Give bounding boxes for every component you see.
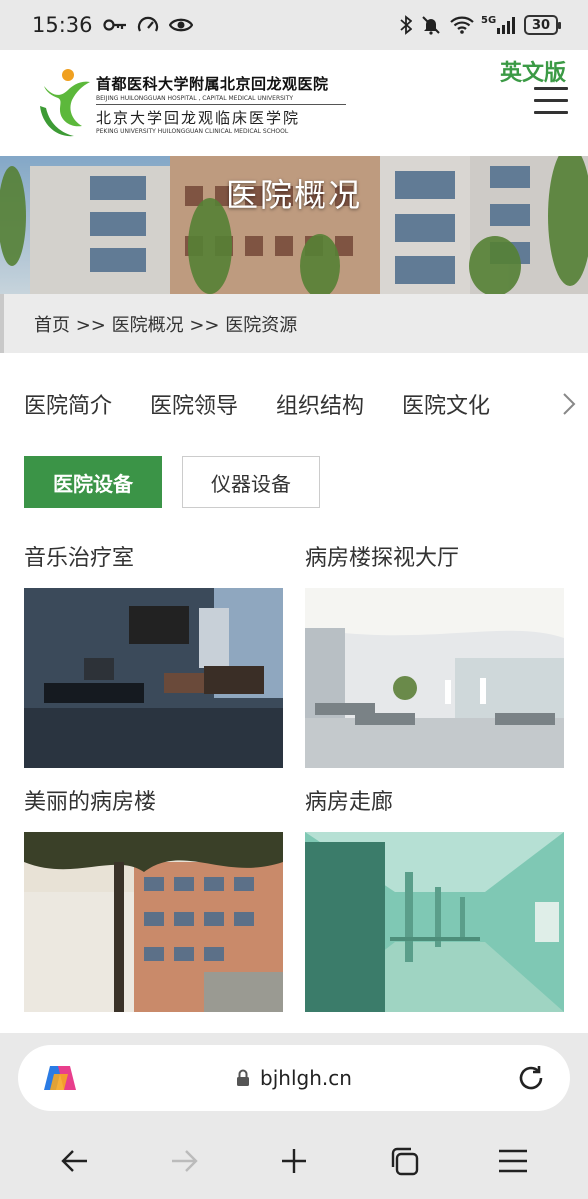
item-photo[interactable]: [305, 832, 564, 1012]
status-bar: 15:36 5G 30: [0, 0, 588, 50]
tabs-button[interactable]: [379, 1136, 429, 1186]
network-label: 5G: [481, 14, 497, 26]
logo-divider: [96, 104, 346, 105]
lock-icon: [237, 1069, 250, 1086]
menu-icon-bar: [534, 99, 568, 102]
logo-en-title: BEIJING HUILONGGUAN HOSPITAL , CAPITAL M…: [96, 95, 294, 102]
back-button[interactable]: [50, 1136, 100, 1186]
chevron-right-icon[interactable]: [562, 392, 576, 416]
sub-tabs: 医院设备 仪器设备: [24, 456, 320, 508]
list-item[interactable]: 美丽的病房楼: [24, 784, 283, 1012]
site-header: 首都医科大学附属北京回龙观医院 BEIJING HUILONGGUAN HOSP…: [0, 50, 588, 156]
arrow-right-icon: [172, 1150, 199, 1172]
english-version-link[interactable]: 英文版: [500, 55, 566, 87]
tab-hospital-intro[interactable]: 医院简介: [24, 388, 112, 420]
logo-cn-title: 首都医科大学附属北京回龙观医院: [96, 75, 329, 93]
item-title[interactable]: 音乐治疗室: [24, 540, 283, 588]
banner-title: 医院概况: [225, 176, 362, 214]
logo-en-subtitle: PEKING UNIVERSITY HUILONGGUAN CLINICAL M…: [96, 128, 289, 135]
key-icon: [102, 19, 126, 31]
item-title[interactable]: 病房楼探视大厅: [305, 540, 564, 588]
new-tab-button[interactable]: [269, 1136, 319, 1186]
logo-text: 首都医科大学附属北京回龙观医院 BEIJING HUILONGGUAN HOSP…: [96, 73, 346, 135]
eye-icon: [168, 18, 193, 32]
forward-button[interactable]: [159, 1136, 209, 1186]
item-title[interactable]: 病房走廊: [305, 784, 564, 832]
status-time: 15:36: [32, 13, 93, 37]
item-photo[interactable]: [24, 588, 283, 768]
breadcrumb-text[interactable]: 首页 >> 医院概况 >> 医院资源: [34, 311, 297, 337]
visiting-hall-image: [305, 588, 564, 768]
hamburger-icon: [499, 1149, 528, 1173]
bluetooth-icon: [400, 15, 412, 35]
ward-building-image: [24, 832, 283, 1012]
browser-address-area: bjhlgh.cn: [0, 1033, 588, 1123]
subtab-instruments[interactable]: 仪器设备: [182, 456, 320, 508]
browser-navbar: [0, 1123, 588, 1199]
address-bar[interactable]: bjhlgh.cn: [18, 1045, 570, 1111]
ward-corridor-image: [305, 832, 564, 1012]
battery-level: 30: [531, 17, 551, 33]
browser-menu-button[interactable]: [488, 1136, 538, 1186]
tab-hospital-leaders[interactable]: 医院领导: [150, 388, 238, 420]
hospital-logo-icon[interactable]: [38, 66, 94, 140]
menu-icon-bar: [534, 111, 568, 114]
battery-icon: 30: [524, 15, 561, 35]
speedometer-icon: [137, 16, 158, 32]
list-item[interactable]: 病房走廊: [305, 784, 564, 1012]
item-photo[interactable]: [305, 588, 564, 768]
list-item[interactable]: 音乐治疗室: [24, 540, 283, 768]
tab-organization[interactable]: 组织结构: [276, 388, 364, 420]
section-tabs: 医院简介 医院领导 组织结构 医院文化: [0, 376, 588, 432]
subtab-hospital-equipment[interactable]: 医院设备: [24, 456, 162, 508]
tab-hospital-culture[interactable]: 医院文化: [402, 388, 490, 420]
music-room-image: [24, 588, 283, 768]
mute-icon: [422, 16, 440, 35]
arrow-left-icon: [61, 1150, 87, 1172]
plus-icon: [281, 1149, 306, 1173]
wifi-icon: [450, 16, 474, 34]
signal-5g-icon: 5G: [481, 14, 515, 34]
copilot-icon[interactable]: [42, 1062, 78, 1094]
item-title[interactable]: 美丽的病房楼: [24, 784, 283, 832]
menu-button[interactable]: [534, 87, 568, 115]
item-photo[interactable]: [24, 832, 283, 1012]
tabs-icon: [391, 1147, 418, 1176]
list-item[interactable]: 病房楼探视大厅: [305, 540, 564, 768]
url-text[interactable]: bjhlgh.cn: [260, 1066, 352, 1090]
menu-icon-bar: [534, 87, 568, 90]
reload-icon[interactable]: [516, 1063, 546, 1093]
page-banner: 医院概况: [0, 156, 588, 294]
logo-cn-subtitle: 北京大学回龙观临床医学院: [96, 109, 301, 127]
breadcrumb: 首页 >> 医院概况 >> 医院资源: [0, 294, 588, 353]
